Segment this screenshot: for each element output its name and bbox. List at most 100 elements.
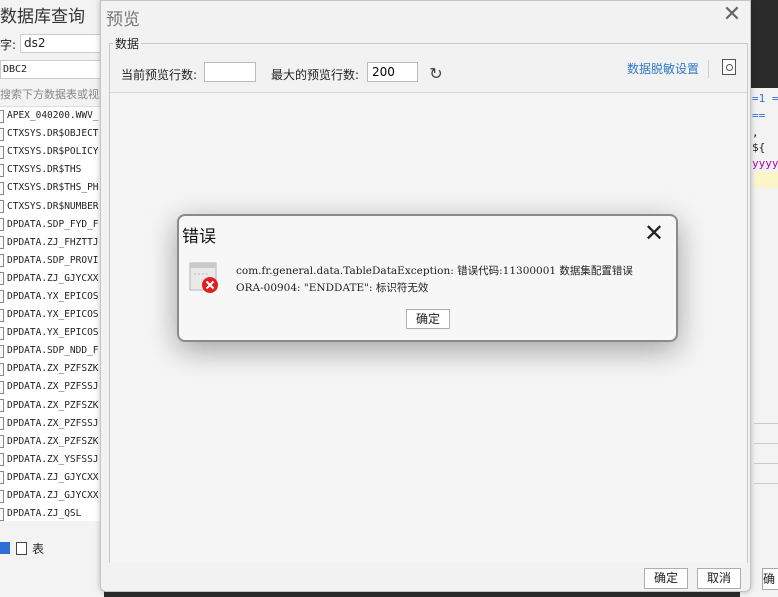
current-line-highlight [754, 172, 778, 188]
table-name: APEX_040200.WWV_ [7, 110, 99, 122]
table-row-icon [0, 489, 4, 503]
table-row-icon [0, 272, 4, 286]
table-list-item[interactable]: DPDATA.ZJ_GJYCXX [0, 270, 104, 288]
table-name: DPDATA.ZJ_QSL [7, 508, 82, 520]
confirm-button[interactable]: 确定 [644, 568, 688, 589]
code-line: == [752, 109, 766, 122]
table-name: DPDATA.ZX_YSFSSJ [7, 453, 99, 465]
divider [754, 423, 778, 424]
error-title: 错误 [182, 227, 216, 247]
table-list-item[interactable]: DPDATA.YX_EPICOS [0, 288, 104, 306]
table-row-icon [0, 109, 4, 123]
table-list-item[interactable]: CTXSYS.DR$THS [0, 161, 104, 179]
code-line: ${ [752, 141, 766, 154]
ok-button[interactable]: 确定 [406, 309, 450, 329]
table-row-icon [0, 181, 4, 195]
datasource-select[interactable]: ds2 [20, 34, 104, 53]
database-query-window: 数据库查询 字: ds2 DBC2 搜索下方数据表或视图 APEX_040200… [0, 0, 104, 597]
table-list-item[interactable]: DPDATA.ZX_PZFSSJ [0, 415, 104, 433]
table-name: CTXSYS.DR$OBJECT [7, 128, 99, 140]
table-row-icon [0, 200, 4, 214]
table-name: DPDATA.YX_EPICOS [7, 290, 99, 302]
table-list-item[interactable]: DPDATA.ZX_PZFSZK [0, 397, 104, 415]
table-name: DPDATA.ZJ_GJYCXX [7, 471, 99, 483]
table-row-icon [0, 380, 4, 394]
table-icon [16, 541, 27, 555]
table-name: DPDATA.ZX_PZFSZK [7, 399, 99, 411]
table-list-item[interactable]: DPDATA.YX_EPICOS [0, 324, 104, 342]
table-list-item[interactable]: CTXSYS.DR$NUMBER [0, 197, 104, 215]
table-row-icon [0, 399, 4, 413]
table-list: APEX_040200.WWV_ CTXSYS.DR$OBJECT CTXSYS.D… [0, 106, 104, 521]
table-row-icon [0, 127, 4, 141]
code-line: yyyy [752, 157, 778, 170]
table-list-item[interactable]: CTXSYS.DR$OBJECT [0, 125, 104, 143]
table-list-item[interactable]: DPDATA.SDP_NDD_F [0, 342, 104, 360]
table-name: DPDATA.ZX_PZFSSJ [7, 381, 99, 393]
editor-confirm-button[interactable]: 确 [762, 568, 778, 590]
table-list-item[interactable]: DPDATA.SDP_FYD_F [0, 216, 104, 234]
table-name: DPDATA.SDP_NDD_F [7, 345, 99, 357]
table-row-icon [0, 417, 4, 431]
table-name: DPDATA.YX_EPICOS [7, 309, 99, 321]
table-list-item[interactable]: DPDATA.ZJ_GJYCXX [0, 469, 104, 487]
error-message-line: ORA-00904: "ENDDATE": 标识符无效 [236, 282, 429, 294]
code-line: , [752, 126, 759, 139]
connection-select[interactable]: DBC2 [0, 60, 104, 79]
error-message-line: com.fr.general.data.TableDataException: … [236, 265, 633, 277]
current-rows-input[interactable] [204, 62, 256, 82]
table-name: DPDATA.ZJ_GJYCXX [7, 490, 99, 502]
error-dialog: 错误 ✕ com.fr.general.data.TableDataExcept… [177, 214, 678, 342]
table-row-icon [0, 145, 4, 159]
table-list-item[interactable]: CTXSYS.DR$THS_PH [0, 179, 104, 197]
table-list-item[interactable]: DPDATA.ZX_PZFSZK [0, 360, 104, 378]
table-list-item[interactable]: DPDATA.ZX_PZFSSJ [0, 378, 104, 396]
table-name: CTXSYS.DR$NUMBER [7, 200, 99, 212]
divider [754, 463, 778, 464]
current-rows-label: 当前预览行数: [121, 68, 198, 82]
divider [754, 483, 778, 484]
table-row-icon [0, 471, 4, 485]
table-list-item[interactable]: DPDATA.ZX_YSFSSJ [0, 451, 104, 469]
error-message: com.fr.general.data.TableDataException: … [236, 263, 676, 297]
table-row-icon [0, 290, 4, 304]
datasource-row: 字: ds2 [0, 34, 104, 54]
table-list-item[interactable]: DPDATA.ZJ_FHZTTJ [0, 234, 104, 252]
table-name: DPDATA.ZX_PZFSZK [7, 435, 99, 447]
table-list-item[interactable]: DPDATA.ZJ_QSL [0, 505, 104, 523]
database-query-title: 数据库查询 [0, 7, 85, 27]
document-search-icon[interactable] [722, 59, 736, 75]
table-list-item[interactable]: DPDATA.SDP_PROVI [0, 252, 104, 270]
code-line: =1 = [752, 92, 778, 105]
table-name: DPDATA.ZJ_GJYCXX [7, 272, 99, 284]
refresh-icon[interactable]: ↻ [427, 65, 445, 83]
desensitize-settings-link[interactable]: 数据脱敏设置 [627, 60, 699, 77]
table-name: DPDATA.ZX_PZFSSJ [7, 417, 99, 429]
table-name: DPDATA.ZJ_FHZTTJ [7, 236, 99, 248]
table-row-icon [0, 326, 4, 340]
table-list-item[interactable]: APEX_040200.WWV_ [0, 107, 104, 125]
table-row-icon [0, 254, 4, 268]
table-row-icon [0, 163, 4, 177]
table-type-filter: 表 [0, 538, 104, 558]
table-name: CTXSYS.DR$POLICY [7, 146, 99, 158]
table-name: CTXSYS.DR$THS [7, 164, 82, 176]
table-row-icon [0, 362, 4, 376]
table-list-item[interactable]: CTXSYS.DR$POLICY [0, 143, 104, 161]
divider [754, 443, 778, 444]
table-type-checkbox[interactable] [0, 542, 10, 554]
table-name: DPDATA.SDP_PROVI [7, 254, 99, 266]
table-list-item[interactable]: DPDATA.YX_EPICOS [0, 306, 104, 324]
table-row-icon [0, 218, 4, 232]
table-list-item[interactable]: DPDATA.ZX_PZFSZK [0, 433, 104, 451]
table-row-icon [0, 236, 4, 250]
datasource-label: 字: [0, 38, 17, 52]
close-icon[interactable]: ✕ [720, 3, 744, 27]
close-icon[interactable]: ✕ [639, 218, 669, 248]
table-name: CTXSYS.DR$THS_PH [7, 182, 99, 194]
cancel-button[interactable]: 取消 [697, 568, 741, 589]
table-list-item[interactable]: DPDATA.ZJ_GJYCXX [0, 487, 104, 505]
table-search-input[interactable]: 搜索下方数据表或视图 [0, 86, 104, 102]
table-row-icon [0, 344, 4, 358]
max-rows-input[interactable] [367, 62, 418, 82]
